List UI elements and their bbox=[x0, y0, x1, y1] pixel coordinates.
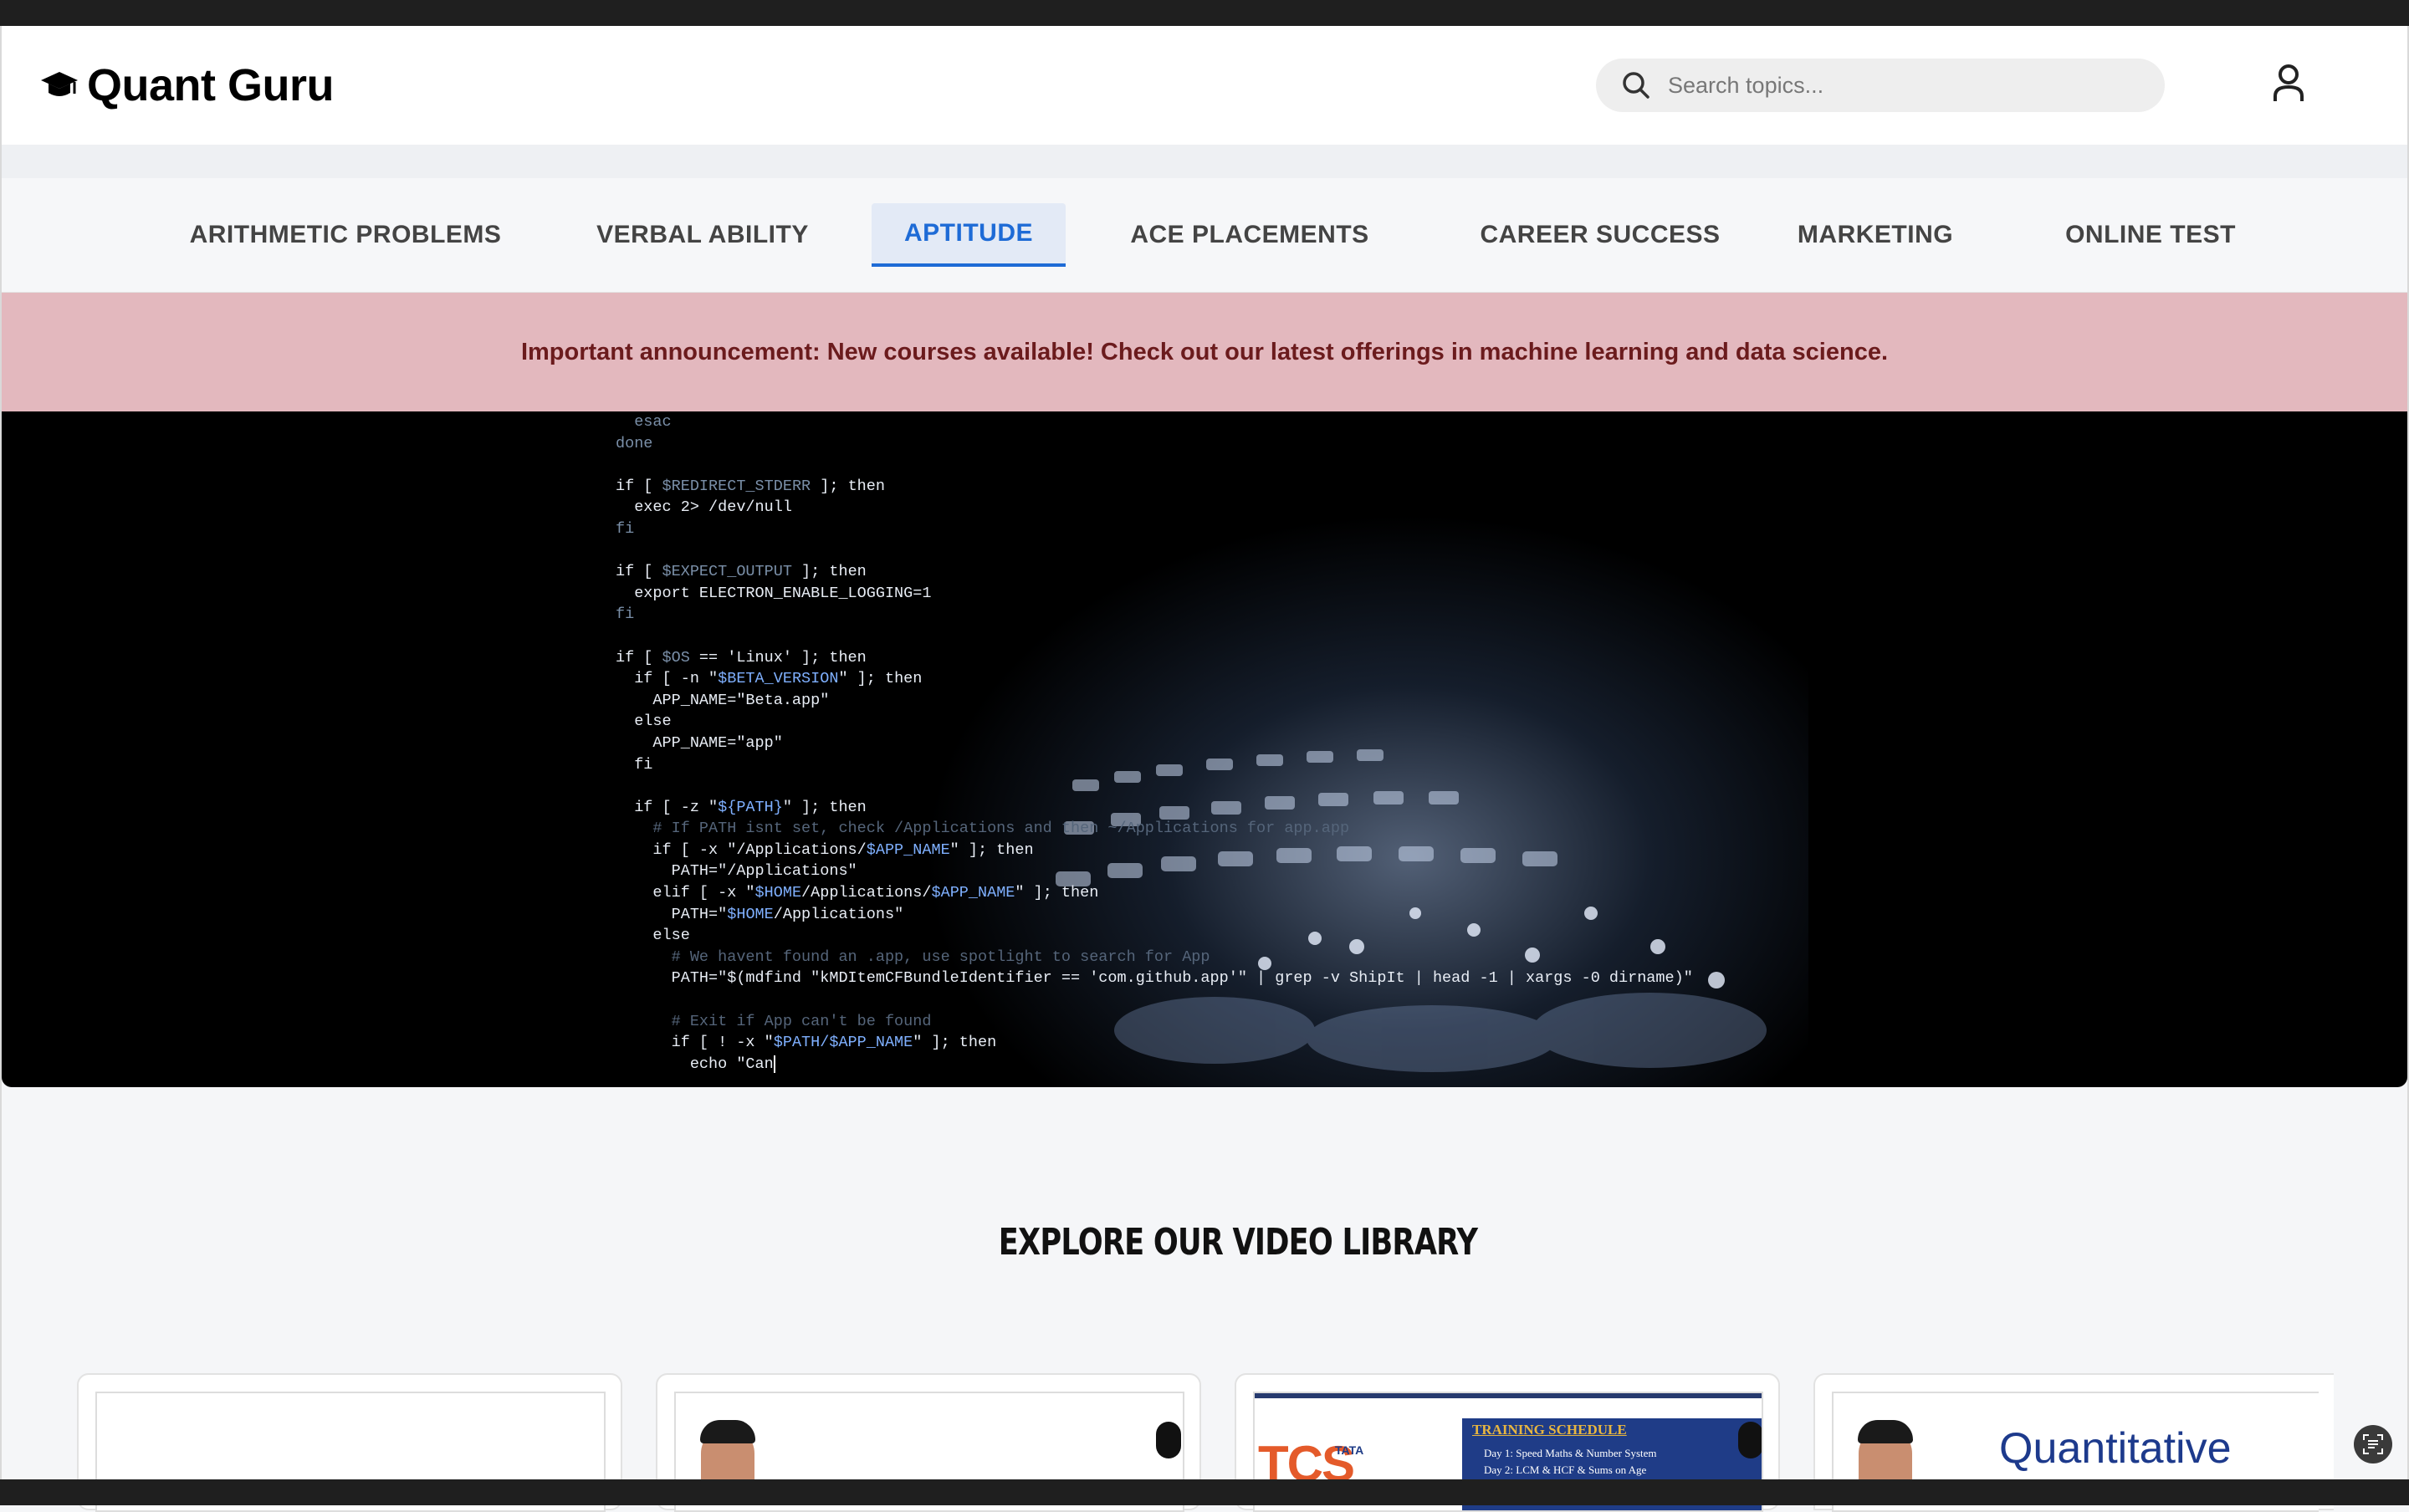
tab-online-test[interactable]: ONLINE TEST bbox=[2041, 203, 2260, 267]
site-logo[interactable]: Quant Guru bbox=[38, 59, 334, 111]
tab-marketing[interactable]: MARKETING bbox=[1788, 203, 1962, 267]
penguin-mascot-icon bbox=[1156, 1422, 1181, 1458]
header-divider-strip bbox=[2, 145, 2407, 178]
schedule-title: TRAINING SCHEDULE bbox=[1472, 1422, 1627, 1438]
search-input[interactable] bbox=[1666, 71, 2138, 100]
tab-arithmetic-problems[interactable]: ARITHMETIC PROBLEMS bbox=[166, 203, 525, 267]
presenter-hair bbox=[1858, 1420, 1913, 1443]
penguin-mascot-icon bbox=[1738, 1422, 1762, 1458]
search-icon bbox=[1619, 69, 1653, 102]
tata-logo-text: TATA bbox=[1335, 1443, 1364, 1457]
video-library-title: EXPLORE OUR VIDEO LIBRARY bbox=[998, 1221, 1478, 1264]
announcement-banner: Important announcement: New courses avai… bbox=[2, 293, 2407, 411]
text-recognition-icon[interactable] bbox=[2354, 1425, 2392, 1463]
thumbnail-top-stripe bbox=[1255, 1393, 1762, 1398]
tab-ace-placements[interactable]: ACE PLACEMENTS bbox=[1106, 203, 1394, 267]
search-bar[interactable] bbox=[1596, 59, 2165, 112]
hero-banner: esac done if [ $REDIRECT_STDERR ]; then … bbox=[2, 411, 2407, 1087]
schedule-line: Day 1: Speed Maths & Number System bbox=[1484, 1447, 1657, 1459]
presenter-hair bbox=[700, 1420, 755, 1443]
announcement-text: Important announcement: New courses avai… bbox=[520, 338, 1889, 365]
site-name: Quant Guru bbox=[87, 60, 334, 110]
site-header: Quant Guru bbox=[2, 26, 2407, 145]
quantitative-heading: Quantitative bbox=[1999, 1424, 2232, 1473]
window-top-bezel bbox=[0, 0, 2409, 26]
tab-verbal-ability[interactable]: VERBAL ABILITY bbox=[570, 203, 835, 267]
window-bottom-bezel bbox=[0, 1479, 2409, 1505]
tab-career-success[interactable]: CAREER SUCCESS bbox=[1445, 203, 1755, 267]
schedule-line: Day 2: LCM & HCF & Sums on Age bbox=[1484, 1463, 1647, 1476]
user-icon[interactable] bbox=[2265, 59, 2312, 106]
hero-code-snippet: esac done if [ $REDIRECT_STDERR ]; then … bbox=[616, 413, 1693, 1073]
topic-nav: ARITHMETIC PROBLEMS VERBAL ABILITY APTIT… bbox=[2, 178, 2407, 293]
graduation-cap-icon bbox=[38, 64, 80, 106]
tab-aptitude[interactable]: APTITUDE bbox=[872, 203, 1066, 267]
